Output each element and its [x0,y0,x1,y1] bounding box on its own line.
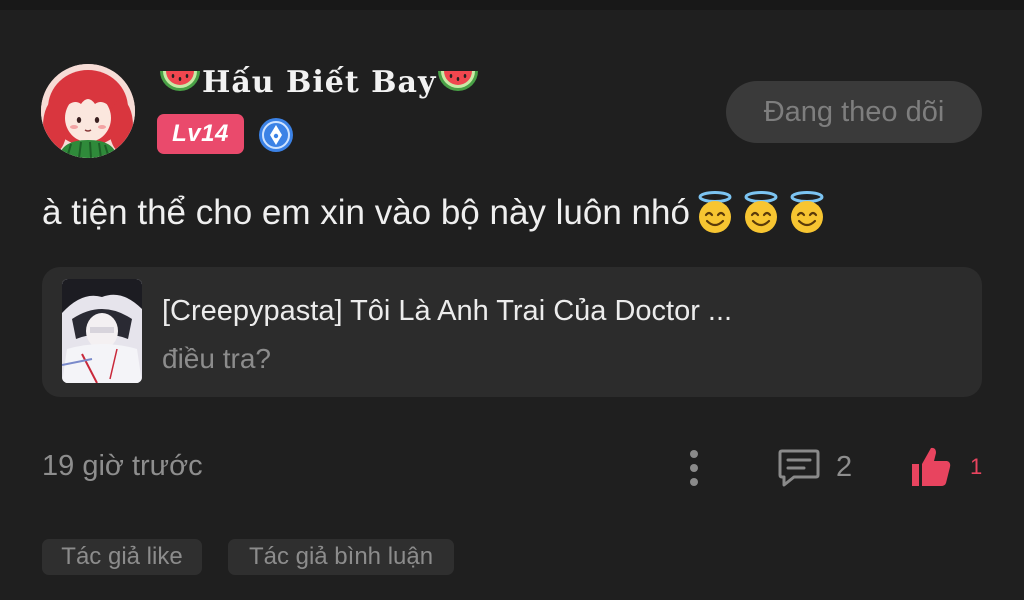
comment-icon [778,449,820,487]
more-vertical-icon[interactable] [682,446,706,490]
comment-text: à tiện thể cho em xin vào bộ này luôn nh… [42,188,828,238]
story-card[interactable]: [Creepypasta] Tôi Là Anh Trai Của Doctor… [42,267,982,397]
story-title: [Creepypasta] Tôi Là Anh Trai Của Doctor… [162,295,733,327]
author-replied-tag: Tác giả bình luận [228,539,454,575]
author-liked-tag: Tác giả like [42,539,202,575]
story-subtitle: điều tra? [162,343,271,374]
comment-count: 2 [836,450,853,483]
comment-body: à tiện thể cho em xin vào bộ này luôn nh… [42,193,690,232]
pen-badge-icon [257,116,295,154]
timestamp: 19 giờ trước [42,450,203,482]
avatar[interactable] [41,64,135,158]
avatar-image [41,64,135,158]
like-count: 1 [970,454,983,479]
top-divider [0,0,1024,10]
username[interactable]: Hấu Biết Bay [158,62,480,102]
username-text: Hấu Biết Bay [202,64,437,100]
following-button[interactable]: Đang theo dõi [726,81,982,143]
comment-screen: Hấu Biết Bay Lv14 Đang theo dõi à tiện t… [0,0,1024,600]
halo-smile-emoji-icon [786,191,828,235]
story-cover [62,279,142,383]
level-badge: Lv14 [157,114,244,154]
halo-smile-emoji-icon [694,191,736,235]
reply-button[interactable]: 2 [776,444,852,490]
like-button[interactable]: 1 [908,444,982,490]
thumbs-up-icon [912,447,951,486]
watermelon-icon [158,65,202,99]
watermelon-icon [436,65,480,99]
halo-smile-emoji-icon [740,191,782,235]
